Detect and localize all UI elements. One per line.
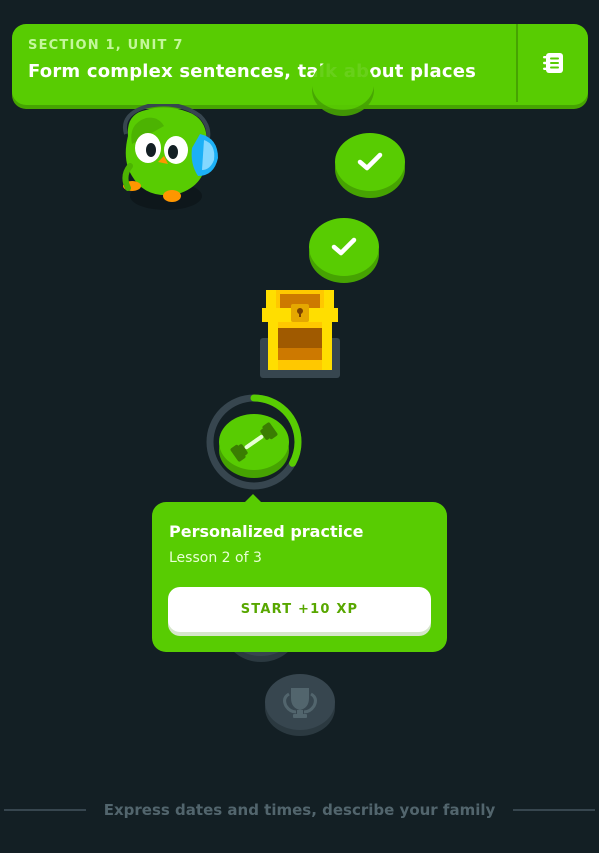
divider-line-left [4,809,86,811]
owl-mascot-icon [118,102,222,218]
checkmark-icon [357,152,383,171]
locked-trophy-node[interactable] [265,674,335,730]
unit-header-text: SECTION 1, UNIT 7 Form complex sentences… [28,38,476,82]
popover-title: Personalized practice [169,522,364,541]
completed-lesson-node-hidden[interactable] [312,58,374,110]
completed-lesson-node[interactable] [309,218,379,276]
completed-lesson-node[interactable] [335,133,405,191]
checkmark-icon [331,237,357,256]
lesson-popover: Personalized practice Lesson 2 of 3 STAR… [152,502,447,652]
treasure-chest-icon[interactable] [258,286,342,384]
next-unit-divider: Express dates and times, describe your f… [0,798,599,822]
notebook-icon [543,53,563,73]
unit-header: SECTION 1, UNIT 7 Form complex sentences… [12,24,588,105]
guidebook-button[interactable] [516,24,588,102]
current-practice-node[interactable] [204,394,308,494]
divider-line-right [513,809,596,811]
trophy-icon [283,688,317,718]
start-lesson-button[interactable]: START +10 XP [168,587,431,632]
unit-title: Form complex sentences, talk about place… [28,61,477,82]
popover-subtitle: Lesson 2 of 3 [169,550,262,566]
next-unit-label: Express dates and times, describe your f… [103,801,496,819]
section-label: SECTION 1, UNIT 7 [28,38,184,53]
